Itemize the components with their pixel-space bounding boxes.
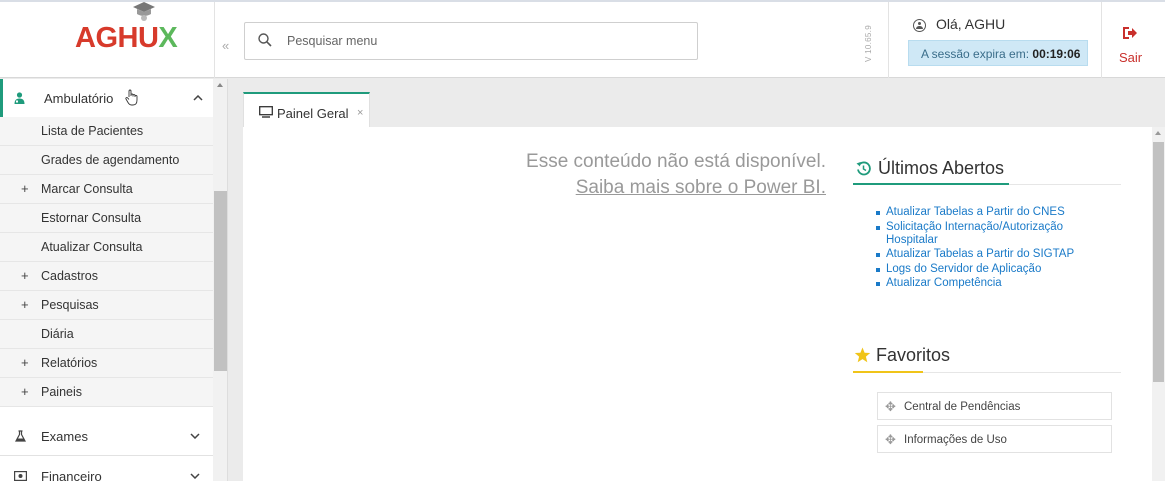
recent-link[interactable]: Logs do Servidor de Aplicação bbox=[886, 263, 1041, 275]
favorites-divider bbox=[853, 371, 1121, 373]
sign-out-icon[interactable] bbox=[1122, 26, 1138, 40]
exit-button[interactable]: Sair bbox=[1119, 50, 1142, 65]
collapse-sidebar-button[interactable]: « bbox=[222, 38, 229, 53]
sidebar-subitem-label: Atualizar Consulta bbox=[41, 240, 143, 254]
sidebar-subitem-lista-pacientes[interactable]: Lista de Pacientes bbox=[0, 117, 213, 146]
list-item: Logs do Servidor de Aplicação bbox=[876, 263, 1116, 276]
expand-plus-icon: + bbox=[21, 384, 29, 399]
sidebar-scroll-thumb[interactable] bbox=[214, 191, 227, 371]
expand-plus-icon: + bbox=[21, 297, 29, 312]
sidebar-item-financeiro[interactable]: Financeiro bbox=[0, 457, 213, 481]
session-timer: A sessão expira em: 00:19:06 bbox=[908, 40, 1088, 66]
favorites-divider-accent bbox=[853, 371, 923, 373]
list-item: Solicitação Internação/Autorização Hospi… bbox=[876, 221, 1116, 247]
list-item: Atualizar Tabelas a Partir do SIGTAP bbox=[876, 248, 1116, 261]
sidebar-menu: Ambulatório Lista de Pacientes Grades de… bbox=[0, 79, 228, 481]
hand-cursor-icon bbox=[125, 89, 138, 106]
sidebar-subitem-label: Pesquisas bbox=[41, 298, 99, 312]
header-divider bbox=[1101, 2, 1102, 78]
sidebar-item-label: Ambulatório bbox=[44, 90, 114, 106]
sidebar-subitem-cadastros[interactable]: + Cadastros bbox=[0, 262, 213, 291]
search-input[interactable] bbox=[285, 31, 685, 51]
sidebar-subitem-pesquisas[interactable]: + Pesquisas bbox=[0, 291, 213, 320]
drag-handle-icon[interactable]: ✥ bbox=[885, 399, 896, 415]
recent-link[interactable]: Atualizar Competência bbox=[886, 277, 1002, 289]
chevron-down-icon[interactable] bbox=[190, 433, 200, 439]
search-icon bbox=[258, 33, 272, 47]
expand-plus-icon: + bbox=[21, 268, 29, 283]
recent-list: Atualizar Tabelas a Partir do CNES Solic… bbox=[876, 206, 1116, 292]
session-label: A sessão expira em: bbox=[921, 47, 1030, 61]
sidebar-subitem-label: Cadastros bbox=[41, 269, 98, 283]
main-panel: Esse conteúdo não está disponível. Saiba… bbox=[243, 127, 1152, 481]
sidebar-subitem-label: Paineis bbox=[41, 385, 82, 399]
history-icon bbox=[856, 161, 871, 176]
search-menu-box[interactable] bbox=[244, 22, 698, 60]
list-item: Atualizar Competência bbox=[876, 277, 1116, 290]
user-greeting[interactable]: Olá, AGHU bbox=[936, 16, 1005, 32]
top-header: AGH UX « V 10.65.9 Olá, AGHU A sessão ex… bbox=[0, 0, 1165, 78]
version-label: V 10.65.9 bbox=[864, 25, 873, 62]
sidebar-subitem-grades-agendamento[interactable]: Grades de agendamento bbox=[0, 146, 213, 175]
sidebar-subitem-label: Marcar Consulta bbox=[41, 182, 133, 196]
tab-label: Painel Geral bbox=[277, 106, 349, 121]
sidebar-divider bbox=[0, 455, 213, 456]
sidebar-subitem-label: Estornar Consulta bbox=[41, 211, 142, 225]
sidebar-subitem-paineis[interactable]: + Paineis bbox=[0, 378, 213, 407]
logo-area: AGH UX bbox=[0, 2, 215, 78]
scroll-up-arrow[interactable] bbox=[1155, 131, 1161, 135]
expand-plus-icon: + bbox=[21, 181, 29, 196]
sidebar-subitem-label: Relatórios bbox=[41, 356, 98, 370]
favorite-label: Central de Pendências bbox=[904, 401, 1021, 413]
favorite-label: Informações de Uso bbox=[904, 434, 1007, 446]
close-tab-icon[interactable]: × bbox=[357, 107, 363, 119]
favorites-title: Favoritos bbox=[876, 345, 951, 365]
recent-divider bbox=[853, 183, 1121, 185]
graduation-cap-icon bbox=[132, 2, 155, 21]
sidebar-subitem-label: Diária bbox=[41, 327, 74, 341]
header-divider bbox=[888, 2, 889, 78]
sidebar-subitem-estornar-consulta[interactable]: Estornar Consulta bbox=[0, 204, 213, 233]
favorite-item[interactable]: ✥ Central de Pendências bbox=[877, 392, 1112, 420]
sidebar-subitem-diaria[interactable]: Diária bbox=[0, 320, 213, 349]
aghux-logo[interactable]: AGH UX bbox=[75, 2, 178, 54]
favorite-item[interactable]: ✥ Informações de Uso bbox=[877, 425, 1112, 453]
sidebar-subitem-label: Grades de agendamento bbox=[41, 153, 180, 167]
powerbi-message: Esse conteúdo não está disponível. Saiba… bbox=[508, 149, 826, 201]
powerbi-learn-more-link[interactable]: Saiba mais sobre o Power BI. bbox=[508, 175, 826, 201]
powerbi-unavailable-text: Esse conteúdo não está disponível. bbox=[526, 151, 826, 172]
money-icon bbox=[14, 471, 27, 481]
logo-text-x: X bbox=[158, 22, 178, 54]
chevron-down-icon[interactable] bbox=[190, 473, 200, 479]
tab-painel-geral[interactable]: Painel Geral × bbox=[243, 92, 370, 127]
logo-text-u: U bbox=[132, 2, 159, 54]
sidebar-subitem-atualizar-consulta[interactable]: Atualizar Consulta bbox=[0, 233, 213, 262]
chevron-up-icon[interactable] bbox=[193, 95, 203, 101]
recent-title: Últimos Abertos bbox=[878, 158, 1005, 178]
drag-handle-icon[interactable]: ✥ bbox=[885, 432, 896, 448]
doctor-icon bbox=[14, 92, 25, 104]
recent-link[interactable]: Atualizar Tabelas a Partir do SIGTAP bbox=[886, 248, 1074, 260]
recent-link[interactable]: Solicitação Internação/Autorização Hospi… bbox=[886, 221, 1063, 246]
sidebar-subitem-relatorios[interactable]: + Relatórios bbox=[0, 349, 213, 378]
sidebar-item-label: Financeiro bbox=[41, 468, 102, 481]
sidebar-item-label: Exames bbox=[41, 428, 88, 444]
recent-link[interactable]: Atualizar Tabelas a Partir do CNES bbox=[886, 206, 1065, 218]
flask-icon bbox=[15, 430, 26, 442]
content-scroll-thumb[interactable] bbox=[1153, 142, 1164, 382]
list-item: Atualizar Tabelas a Partir do CNES bbox=[876, 206, 1116, 219]
expand-plus-icon: + bbox=[21, 355, 29, 370]
sidebar-item-ambulatorio[interactable]: Ambulatório bbox=[0, 79, 213, 117]
logo-text-agh: AGH bbox=[75, 22, 138, 54]
sidebar-item-exames[interactable]: Exames bbox=[0, 417, 213, 455]
session-time: 00:19:06 bbox=[1032, 47, 1081, 61]
recent-divider-accent bbox=[853, 183, 1009, 185]
user-icon bbox=[913, 19, 926, 32]
sidebar-subitem-marcar-consulta[interactable]: + Marcar Consulta bbox=[0, 175, 213, 204]
monitor-icon bbox=[259, 106, 273, 118]
scroll-up-arrow[interactable] bbox=[217, 83, 223, 87]
star-icon bbox=[854, 347, 871, 363]
sidebar-subitem-label: Lista de Pacientes bbox=[41, 124, 144, 138]
